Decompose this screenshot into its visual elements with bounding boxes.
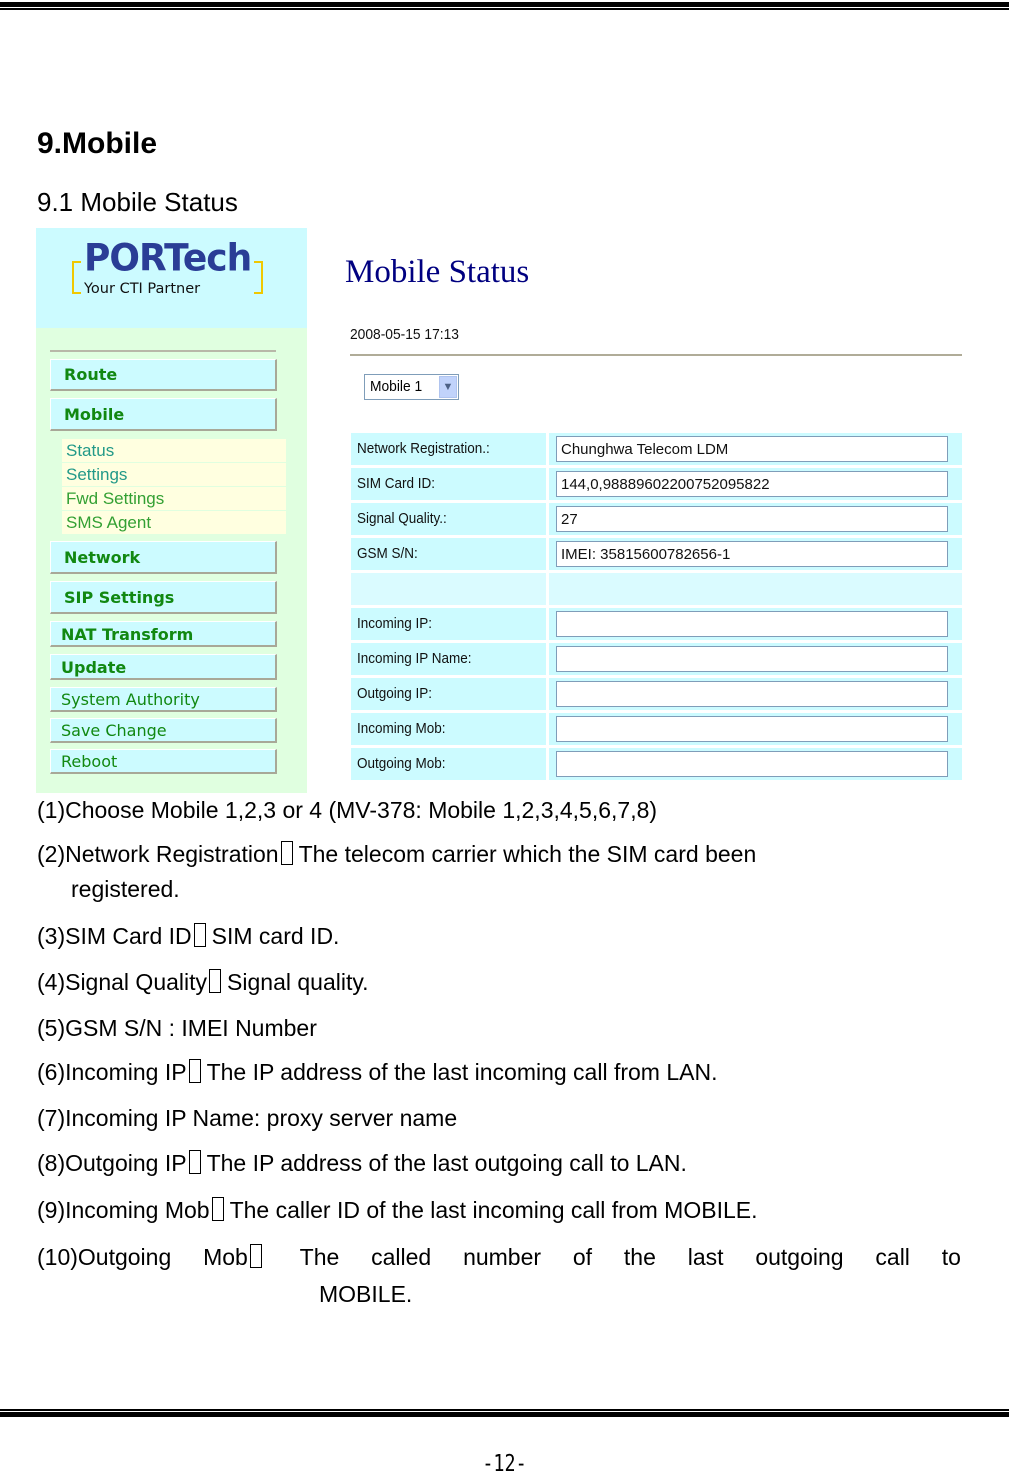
logo-brand: PORTech	[84, 236, 252, 281]
desc-item-8: (8)Outgoing IP The IP address of the last…	[37, 1150, 687, 1176]
nav-system-authority[interactable]: System Authority	[50, 687, 277, 712]
label-gsm-sn: GSM S/N:	[351, 538, 546, 570]
outgoing-ip-field[interactable]	[556, 681, 948, 707]
incoming-ip-name-field[interactable]	[556, 646, 948, 672]
sidebar: PORTech Your CTI Partner Route Mobile St…	[36, 228, 307, 793]
row-sim-card-id: SIM Card ID:	[351, 467, 962, 502]
logo-bracket-left	[72, 261, 81, 294]
nav-save-change[interactable]: Save Change	[50, 718, 277, 743]
row-incoming-ip-name: Incoming IP Name:	[351, 642, 962, 677]
mobile-select-value: Mobile 1	[370, 378, 423, 395]
portech-logo: PORTech Your CTI Partner	[36, 228, 307, 328]
incoming-ip-field[interactable]	[556, 611, 948, 637]
label-outgoing-ip: Outgoing IP:	[351, 678, 546, 710]
network-registration-field[interactable]	[556, 436, 948, 462]
status-form: Network Registration.: SIM Card ID: Sign…	[351, 432, 962, 782]
logo-tagline: Your CTI Partner	[84, 281, 201, 297]
logo-bracket-right	[254, 261, 263, 294]
submenu-settings[interactable]: Settings	[62, 463, 286, 486]
row-incoming-ip: Incoming IP:	[351, 607, 962, 642]
nav-mobile[interactable]: Mobile	[50, 398, 277, 431]
row-gsm-sn: GSM S/N:	[351, 537, 962, 572]
desc-item-4: (4)Signal Quality Signal quality.	[37, 969, 369, 995]
incoming-mob-field[interactable]	[556, 716, 948, 742]
label-incoming-ip-name: Incoming IP Name:	[351, 643, 546, 675]
header-rule-thick	[0, 2, 1009, 7]
desc-item-2: (2)Network Registration The telecom carri…	[37, 841, 756, 868]
label-incoming-ip: Incoming IP:	[351, 608, 546, 640]
desc-item-7: (7)Incoming IP Name: proxy server name	[37, 1105, 458, 1131]
desc-item-6: (6)Incoming IP The IP address of the last…	[37, 1059, 718, 1085]
desc-item-10: (10)Outgoing Mob The called number of th…	[37, 1244, 961, 1270]
mobile-select[interactable]: Mobile 1 ▼	[364, 374, 459, 400]
missing-glyph-icon	[188, 1059, 201, 1083]
chevron-down-icon[interactable]: ▼	[439, 376, 457, 398]
nav-sip-settings[interactable]: SIP Settings	[50, 581, 277, 614]
missing-glyph-icon	[211, 1197, 224, 1221]
nav-nat-transform[interactable]: NAT Transform	[50, 621, 277, 647]
nav-sip-settings-label: SIP Settings	[64, 588, 175, 607]
mobile-submenu: Status Settings Fwd Settings SMS Agent	[62, 439, 286, 535]
sim-card-id-field[interactable]	[556, 471, 948, 497]
header-rule-thin	[0, 8, 1009, 10]
sidebar-divider	[50, 350, 276, 352]
submenu-fwd-settings[interactable]: Fwd Settings	[62, 487, 286, 510]
label-sim-card-id: SIM Card ID:	[351, 468, 546, 500]
page-number: -12-	[482, 1451, 527, 1477]
nav-route[interactable]: Route	[50, 359, 277, 391]
mobile-status-screenshot: PORTech Your CTI Partner Route Mobile St…	[36, 228, 962, 793]
missing-glyph-icon	[280, 841, 293, 865]
label-network-registration: Network Registration.:	[351, 433, 546, 465]
missing-glyph-icon	[249, 1244, 262, 1268]
page-title: Mobile Status	[345, 254, 530, 290]
footer-rule-thin	[0, 1409, 1009, 1411]
title-divider	[350, 354, 962, 356]
label-incoming-mob: Incoming Mob:	[351, 713, 546, 745]
desc-item-5: (5)GSM S/N : IMEI Number	[37, 1015, 317, 1041]
row-network-registration: Network Registration.:	[351, 432, 962, 467]
row-incoming-mob: Incoming Mob:	[351, 712, 962, 747]
desc-item-2-cont: registered.	[71, 876, 180, 902]
missing-glyph-icon	[209, 969, 222, 993]
section-title: 9.Mobile	[37, 127, 158, 160]
footer-rule-thick	[0, 1412, 1009, 1417]
desc-item-10-cont: MOBILE.	[319, 1281, 413, 1307]
nav-system-authority-label: System Authority	[61, 690, 200, 709]
nav-network-label: Network	[64, 548, 141, 567]
label-signal-quality: Signal Quality.:	[351, 503, 546, 535]
desc-term: (2)Network Registration	[37, 841, 279, 867]
row-spacer	[351, 572, 962, 607]
signal-quality-field[interactable]	[556, 506, 948, 532]
nav-nat-transform-label: NAT Transform	[61, 625, 194, 644]
desc-text: The telecom carrier which the SIM card b…	[298, 841, 757, 867]
nav-network[interactable]: Network	[50, 541, 277, 574]
nav-update[interactable]: Update	[50, 654, 277, 680]
row-signal-quality: Signal Quality.:	[351, 502, 962, 537]
missing-glyph-icon	[193, 923, 206, 947]
nav-save-change-label: Save Change	[61, 721, 167, 740]
nav-update-label: Update	[61, 658, 127, 677]
nav-mobile-label: Mobile	[64, 405, 125, 424]
subsection-title: 9.1 Mobile Status	[37, 187, 238, 217]
nav-route-label: Route	[64, 365, 118, 384]
main-content: Mobile Status 2008-05-15 17:13 Mobile 1 …	[307, 228, 962, 793]
row-outgoing-mob: Outgoing Mob:	[351, 747, 962, 782]
desc-item-1: (1)Choose Mobile 1,2,3 or 4 (MV-378: Mob…	[37, 797, 658, 823]
status-datetime: 2008-05-15 17:13	[350, 326, 459, 343]
nav-reboot[interactable]: Reboot	[50, 749, 277, 774]
missing-glyph-icon	[188, 1150, 201, 1174]
submenu-status[interactable]: Status	[62, 439, 286, 462]
gsm-sn-field[interactable]	[556, 541, 948, 567]
submenu-sms-agent[interactable]: SMS Agent	[62, 511, 286, 534]
row-outgoing-ip: Outgoing IP:	[351, 677, 962, 712]
label-outgoing-mob: Outgoing Mob:	[351, 748, 546, 780]
desc-item-9: (9)Incoming Mob The caller ID of the last…	[37, 1197, 758, 1223]
desc-item-3: (3)SIM Card ID SIM card ID.	[37, 923, 340, 949]
nav-reboot-label: Reboot	[61, 752, 118, 771]
outgoing-mob-field[interactable]	[556, 751, 948, 777]
